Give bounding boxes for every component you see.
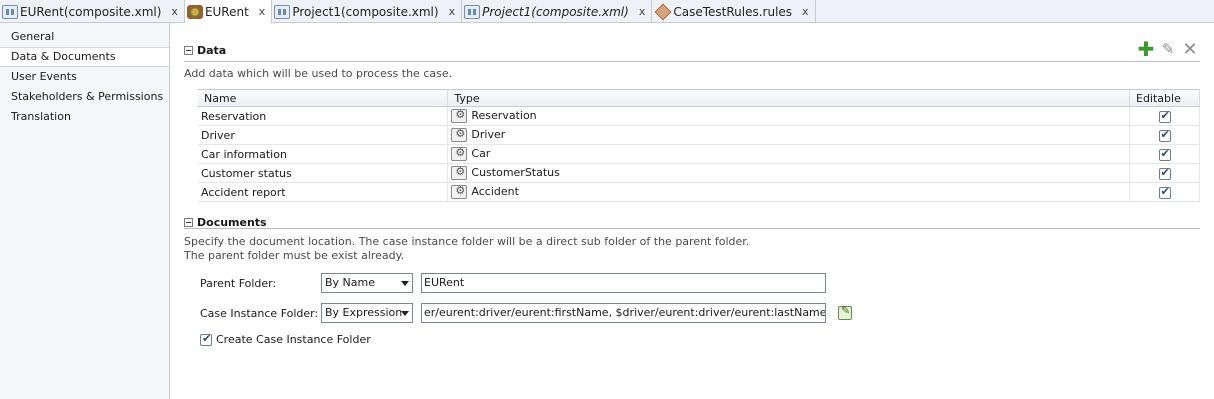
row-editable [1129,144,1200,164]
row-type-label: Car [471,147,491,160]
row-type-label: Reservation [471,109,537,122]
tab-casetestrules[interactable]: CaseTestRules.rules x [652,0,816,23]
case-icon [186,4,203,19]
gear-icon [451,127,468,142]
table-row[interactable]: Driver Driver [198,125,1200,145]
row-type: Driver [447,125,1130,145]
nav-item-user-events[interactable]: User Events [0,67,169,87]
section-divider [184,61,1200,62]
tab-project1-composite-unsaved[interactable]: Project1(composite.xml) x [462,0,653,23]
table-row[interactable]: Accident report Accident [198,182,1200,202]
editor-tab-bar: EURent(composite.xml) x EURent x Project… [0,0,1214,24]
close-icon[interactable]: x [171,5,178,18]
create-case-instance-folder-row[interactable]: Create Case Instance Folder [200,332,371,346]
close-icon[interactable]: x [639,5,646,18]
tab-label: EURent [204,4,249,19]
chevron-down-icon [401,281,409,286]
data-description: Add data which will be used to process t… [184,67,453,80]
expression-builder-icon[interactable] [838,304,852,320]
nav-item-data-documents[interactable]: Data & Documents [0,47,169,67]
case-instance-folder-mode-value: By Expression [325,306,403,319]
parent-folder-mode-select[interactable]: By Name [321,273,413,293]
row-name: Car information [198,144,449,164]
table-row[interactable]: Reservation Reservation [198,106,1200,126]
main-panel: Data ✚ ✎ ✕ Add data which will be used t… [171,23,1214,399]
close-icon[interactable]: x [449,5,456,18]
case-instance-folder-mode-select[interactable]: By Expression [321,303,413,323]
nav-item-stakeholders-permissions[interactable]: Stakeholders & Permissions [0,87,169,107]
left-navigation: General Data & Documents User Events Sta… [0,23,170,399]
gear-icon [451,108,468,123]
close-icon[interactable]: x [259,5,266,18]
collapse-icon[interactable] [184,217,193,227]
gear-icon [451,165,468,180]
documents-description-line1: Specify the document location. The case … [184,235,750,248]
rules-icon [654,3,672,20]
tab-label: Project1(composite.xml) [482,4,629,19]
tab-eurent[interactable]: EURent x [184,0,273,24]
parent-folder-input[interactable]: EURent [421,273,826,293]
row-type: CustomerStatus [447,163,1130,183]
parent-folder-label: Parent Folder: [200,277,277,290]
row-name: Driver [198,125,449,145]
column-header-name[interactable]: Name [198,89,449,107]
table-row[interactable]: Car information Car [198,144,1200,164]
composite-icon [2,4,18,19]
parent-folder-value: EURent [424,276,465,289]
row-editable [1129,106,1200,126]
data-table: Name Type Editable Reservation Reservati… [198,89,1200,202]
composite-icon [274,4,291,19]
tab-eurent-composite[interactable]: EURent(composite.xml) x [0,0,185,23]
delete-icon[interactable]: ✕ [1181,39,1199,60]
row-type-label: Driver [471,128,506,141]
create-case-instance-folder-label: Create Case Instance Folder [216,333,371,346]
row-name: Customer status [198,163,449,183]
data-toolbar: ✚ ✎ ✕ [1137,37,1199,61]
tab-label: EURent(composite.xml) [20,4,162,19]
collapse-icon[interactable] [184,45,193,55]
editable-checkbox[interactable] [1158,185,1171,199]
editable-checkbox[interactable] [1158,147,1171,161]
edit-icon[interactable]: ✎ [1159,40,1177,58]
row-type: Car [447,144,1130,164]
create-case-instance-folder-checkbox[interactable] [200,332,212,346]
chevron-down-icon [401,311,409,316]
row-type-label: CustomerStatus [471,166,560,179]
tab-project1-composite[interactable]: Project1(composite.xml) x [272,0,463,23]
tab-label: CaseTestRules.rules [673,4,793,19]
nav-item-general[interactable]: General [0,27,169,47]
row-editable [1129,125,1200,145]
gear-icon [451,146,468,161]
add-icon[interactable]: ✚ [1137,37,1155,61]
editable-checkbox[interactable] [1158,128,1171,142]
table-row[interactable]: Customer status CustomerStatus [198,163,1200,183]
case-instance-folder-label: Case Instance Folder: [200,307,319,320]
close-icon[interactable]: x [802,5,809,18]
row-type: Accident [447,182,1130,202]
tab-label: Project1(composite.xml) [292,4,439,19]
row-editable [1129,163,1200,183]
documents-description-line2: The parent folder must be exist already. [184,249,405,262]
nav-item-translation[interactable]: Translation [0,107,169,127]
gear-icon [451,184,468,199]
row-name: Accident report [198,182,449,202]
data-section-header[interactable]: Data [184,42,226,58]
case-instance-folder-input[interactable]: er/eurent:driver/eurent:firstName, $driv… [421,303,826,323]
column-header-type[interactable]: Type [447,89,1130,107]
editable-checkbox[interactable] [1158,166,1171,180]
table-header-row: Name Type Editable [198,89,1200,107]
section-divider [184,228,1200,229]
row-name: Reservation [198,106,449,126]
composite-icon [464,4,481,19]
data-section-title: Data [197,43,227,57]
row-type-label: Accident [471,185,519,198]
column-header-editable[interactable]: Editable [1129,89,1200,107]
row-type: Reservation [447,106,1130,126]
editable-checkbox[interactable] [1158,109,1171,123]
documents-section-title: Documents [197,215,267,229]
case-instance-folder-value: er/eurent:driver/eurent:firstName, $driv… [424,306,826,319]
parent-folder-mode-value: By Name [325,276,376,289]
row-editable [1129,182,1200,202]
